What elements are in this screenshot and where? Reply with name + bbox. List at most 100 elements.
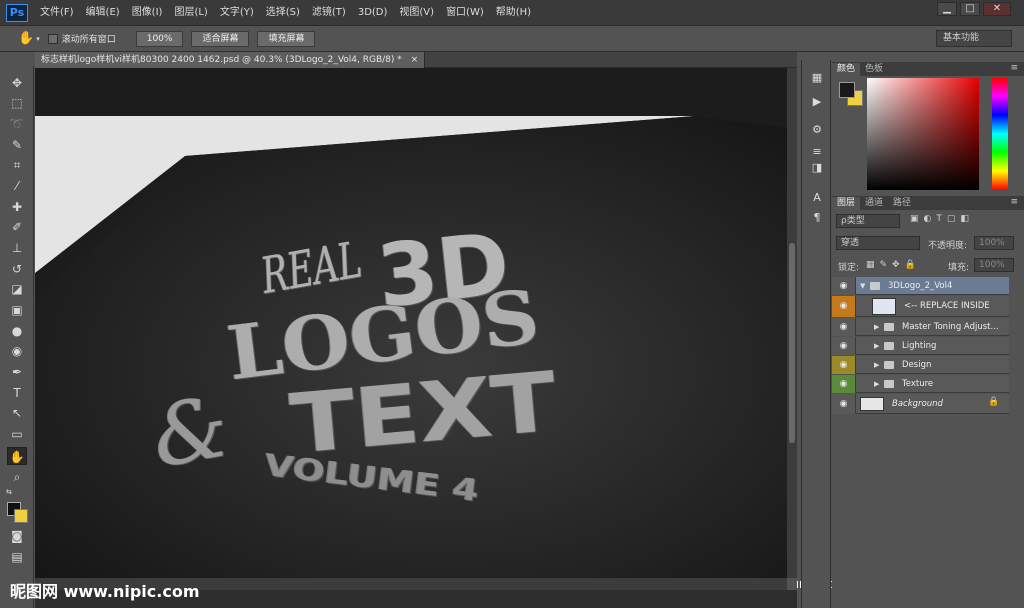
panel-menu-icon[interactable]: ≡ (1010, 63, 1018, 73)
eye-icon[interactable]: ◉ (832, 394, 856, 414)
layer-row[interactable]: ◉ Background 🔒 (832, 394, 1009, 414)
tab-layers[interactable]: 图层 (832, 197, 861, 210)
quick-mask-icon[interactable]: ◙ (7, 527, 27, 545)
scroll-thumb[interactable] (789, 243, 795, 443)
info-panel-icon[interactable]: ◨ (808, 160, 826, 176)
restore-button[interactable]: □ (960, 2, 980, 16)
close-tab-icon[interactable]: × (411, 55, 419, 65)
tools-panel: ✥ ⬚ ➰ ✎ ⌗ ⁄ ✚ ✐ ⊥ ↺ ◪ ▣ ● ◉ ✒ T ↖ ▭ ✋ ⌕ … (0, 66, 34, 608)
hue-slider[interactable] (992, 78, 1008, 190)
eraser-icon[interactable]: ◪ (7, 280, 27, 298)
hand-icon[interactable]: ✋ (18, 31, 34, 46)
rectangle-tool-icon[interactable]: ▭ (7, 425, 27, 443)
filter-icons[interactable]: ▣◐T▢◧ (910, 214, 974, 224)
layers-menu-icon[interactable]: ≡ (1010, 197, 1018, 207)
eye-icon[interactable]: ◉ (832, 296, 856, 317)
dodge-tool-icon[interactable]: ◉ (7, 342, 27, 360)
fit-screen-button[interactable]: 适合屏幕 (191, 30, 250, 47)
zoom-tool-icon[interactable]: ⌕ (7, 468, 27, 486)
minimize-button[interactable]: ▁ (937, 2, 957, 16)
healing-brush-icon[interactable]: ✚ (7, 198, 27, 216)
eye-icon[interactable]: ◉ (832, 356, 856, 374)
scroll-all-checkbox[interactable] (47, 33, 58, 44)
eye-icon[interactable]: ◉ (832, 337, 856, 355)
expand-arrow-icon[interactable]: ▼ (860, 277, 865, 295)
paragraph-panel-icon[interactable]: ¶ (808, 210, 826, 226)
tab-color[interactable]: 颜色 (832, 63, 861, 76)
path-select-icon[interactable]: ↖ (7, 404, 27, 422)
layer-row[interactable]: ◉ ▶ Lighting (832, 337, 1009, 355)
gradient-tool-icon[interactable]: ▣ (7, 301, 27, 319)
history-brush-icon[interactable]: ↺ (7, 260, 27, 278)
layer-row[interactable]: ◉ ▶ Design (832, 356, 1009, 374)
tab-channels[interactable]: 通道 (860, 197, 888, 210)
color-picker-field[interactable] (867, 78, 979, 190)
expand-arrow-icon[interactable]: ▶ (874, 337, 879, 355)
foreground-color-chip[interactable] (839, 82, 855, 98)
expand-arrow-icon[interactable]: ▶ (874, 318, 879, 336)
vertical-scrollbar[interactable] (787, 68, 797, 578)
document-tab[interactable]: 标志样机logo样机vi样机80300 2400 1462.psd @ 40.3… (35, 52, 426, 68)
folder-icon (870, 282, 880, 290)
photoshop-logo: Ps (6, 3, 28, 22)
panel-icon-strip: ▦ ▶ ⚙ ≡ ◨ A ¶ (801, 60, 831, 608)
menu-image[interactable]: 图像(I) (126, 0, 169, 26)
eyedropper-icon[interactable]: ⁄ (7, 177, 27, 195)
chevron-down-icon[interactable]: ▾ (36, 35, 40, 43)
blur-tool-icon[interactable]: ● (7, 322, 27, 340)
hand-tool-icon[interactable]: ✋ (7, 447, 27, 465)
type-tool-icon[interactable]: T (7, 384, 27, 402)
lock-icons[interactable]: ▦✎✥🔒 (866, 260, 921, 270)
eye-icon[interactable]: ◉ (832, 277, 856, 295)
options-bar: ✋ ▾ 滚动所有窗口 100% 适合屏幕 填充屏幕 基本功能 (0, 26, 1024, 52)
brush-tool-icon[interactable]: ✐ (7, 218, 27, 236)
layer-row[interactable]: ◉ <-- REPLACE INSIDE (832, 296, 1009, 317)
character-panel-icon[interactable]: A (808, 190, 826, 206)
move-tool-icon[interactable]: ✥ (7, 74, 27, 92)
eye-icon[interactable]: ◉ (832, 318, 856, 336)
eye-icon[interactable]: ◉ (832, 375, 856, 393)
opacity-input[interactable]: 100% (974, 236, 1014, 250)
menu-view[interactable]: 视图(V) (393, 0, 440, 26)
menu-layer[interactable]: 图层(L) (168, 0, 213, 26)
zoom-100-button[interactable]: 100% (135, 30, 184, 47)
tab-swatches[interactable]: 色板 (860, 63, 888, 76)
menu-help[interactable]: 帮助(H) (490, 0, 537, 26)
quick-select-icon[interactable]: ✎ (7, 136, 27, 154)
menu-window[interactable]: 窗口(W) (440, 0, 490, 26)
screen-mode-icon[interactable]: ▤ (7, 548, 27, 566)
fill-input[interactable]: 100% (974, 258, 1014, 272)
close-button[interactable]: ✕ (983, 2, 1011, 16)
adjustments-panel-icon[interactable]: ≡ (808, 144, 826, 160)
layer-name: Texture (902, 379, 934, 389)
document-tab-bar: 标志样机logo样机vi样机80300 2400 1462.psd @ 40.3… (35, 52, 797, 68)
pen-tool-icon[interactable]: ✒ (7, 363, 27, 381)
color-panel-tabs: 颜色 色板 ≡ (832, 62, 1024, 76)
swap-colors-icon[interactable]: ⇆ (6, 488, 12, 496)
actions-panel-icon[interactable]: ▶ (808, 94, 826, 110)
menu-3d[interactable]: 3D(D) (352, 0, 394, 26)
properties-panel-icon[interactable]: ⚙ (808, 122, 826, 138)
expand-arrow-icon[interactable]: ▶ (874, 375, 879, 393)
layer-row[interactable]: ◉ ▶ Texture (832, 375, 1009, 393)
blend-mode-select[interactable]: 穿透 (836, 236, 920, 250)
marquee-tool-icon[interactable]: ⬚ (7, 94, 27, 112)
lasso-tool-icon[interactable]: ➰ (7, 115, 27, 133)
document-canvas[interactable]: REAL 3D LOGOS & TEXT VOLUME 4 (35, 68, 787, 578)
tab-paths[interactable]: 路径 (888, 197, 916, 210)
workspace-select[interactable]: 基本功能 (936, 30, 1012, 47)
layer-row[interactable]: ◉ ▼ 3DLogo_2_Vol4 (832, 277, 1009, 295)
menu-file[interactable]: 文件(F) (34, 0, 80, 26)
expand-arrow-icon[interactable]: ▶ (874, 356, 879, 374)
menu-filter[interactable]: 滤镜(T) (306, 0, 352, 26)
layer-filter-select[interactable]: ρ类型 (836, 214, 900, 228)
menu-select[interactable]: 选择(S) (260, 0, 306, 26)
menu-edit[interactable]: 编辑(E) (80, 0, 126, 26)
crop-tool-icon[interactable]: ⌗ (7, 156, 27, 174)
clone-stamp-icon[interactable]: ⊥ (7, 239, 27, 257)
menu-type[interactable]: 文字(Y) (214, 0, 260, 26)
background-color-swatch[interactable] (14, 509, 28, 523)
history-panel-icon[interactable]: ▦ (808, 70, 826, 86)
fill-screen-button[interactable]: 填充屏幕 (257, 30, 316, 47)
layer-row[interactable]: ◉ ▶ Master Toning Adjust... (832, 318, 1009, 336)
